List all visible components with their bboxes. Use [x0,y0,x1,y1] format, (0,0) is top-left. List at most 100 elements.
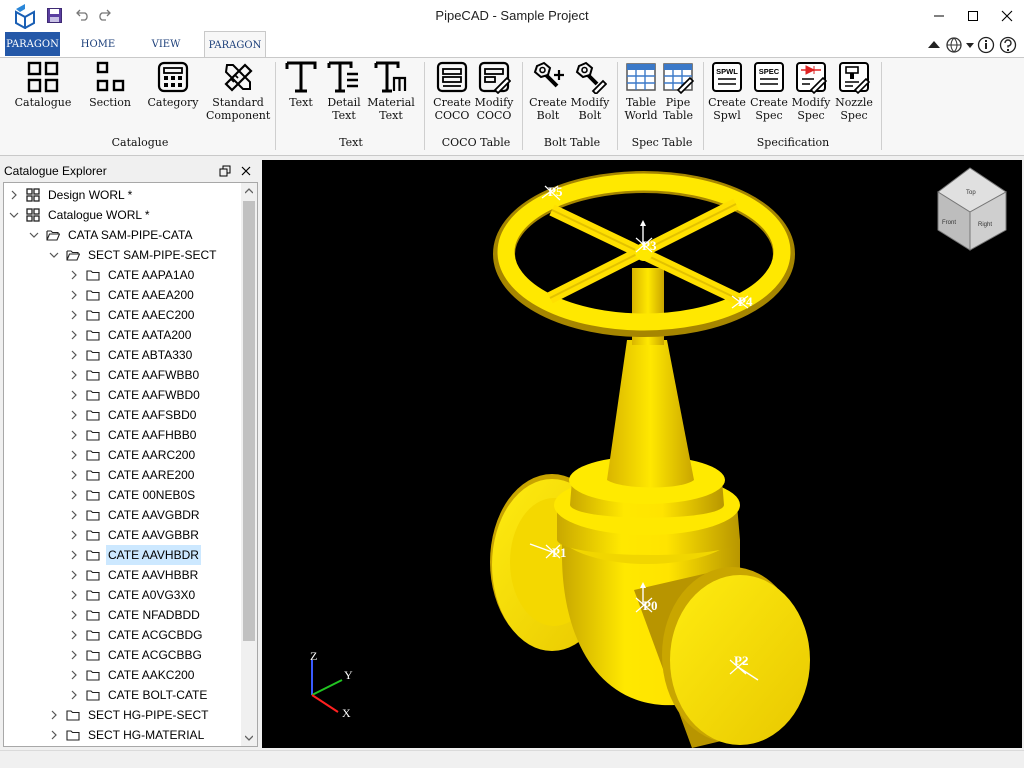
app-logo-icon[interactable] [13,3,37,29]
tree-node-cate[interactable]: CATE ABTA330 [4,345,240,365]
scroll-up-icon[interactable] [245,188,253,194]
text-button[interactable]: Text [281,60,321,130]
catalogue-button[interactable]: Catalogue [12,60,74,130]
tree-node-cate[interactable]: CATE AARE200 [4,465,240,485]
scrollbar-thumb[interactable] [243,201,255,641]
tree-node-cate[interactable]: CATE AATA200 [4,325,240,345]
collapse-ribbon-icon[interactable] [928,41,940,48]
tree-node-cate[interactable]: CATE AAVGBBR [4,525,240,545]
save-icon[interactable] [47,8,62,23]
tree-node-cate[interactable]: CATE AAEA200 [4,285,240,305]
chevron-right-icon[interactable] [68,365,80,385]
chevron-right-icon[interactable] [68,345,80,365]
tab-paragon[interactable]: PARAGON [204,31,266,58]
chevron-right-icon[interactable] [68,325,80,345]
tree-node-cate[interactable]: CATE AAVHBDR [4,545,240,565]
chevron-right-icon[interactable] [48,705,60,725]
chevron-right-icon[interactable] [68,385,80,405]
info-icon[interactable] [977,36,995,54]
tree-node-cate[interactable]: CATE AARC200 [4,445,240,465]
tree-node-design-world[interactable]: Design WORL * [4,185,240,205]
chevron-right-icon[interactable] [68,405,80,425]
scroll-down-icon[interactable] [245,735,253,741]
help-icon[interactable] [999,36,1017,54]
tree-node-catalogue-world[interactable]: Catalogue WORL * [4,205,240,225]
tree-node-cate[interactable]: CATE AAKC200 [4,665,240,685]
chevron-right-icon[interactable] [68,625,80,645]
float-panel-icon[interactable] [219,165,231,177]
nozzle-spec-button[interactable]: Nozzle Spec [832,60,876,130]
tree-node-sect[interactable]: SECT SAM-PIPE-SECT [4,245,240,265]
chevron-right-icon[interactable] [48,725,60,745]
standard-component-button[interactable]: Standard Component [206,60,270,130]
chevron-right-icon[interactable] [68,485,80,505]
close-button[interactable] [990,0,1024,31]
section-button[interactable]: Section [83,60,137,130]
create-spwl-button[interactable]: SPWL Create Spwl [706,60,748,130]
chevron-right-icon[interactable] [68,465,80,485]
tree-node-cate[interactable]: CATE AAVHBBR [4,565,240,585]
chevron-right-icon[interactable] [68,425,80,445]
tree-node-sect[interactable]: SECT HG-PIPE-SECT [4,705,240,725]
tree-node-sect[interactable]: SECT HG-MATERIAL [4,725,240,745]
chevron-right-icon[interactable] [68,305,80,325]
tree-node-label: Catalogue WORL * [48,208,150,222]
minimize-button[interactable] [922,0,956,31]
tree-node-cate[interactable]: CATE ACGCBBG [4,645,240,665]
chevron-right-icon[interactable] [68,525,80,545]
tree-node-cate[interactable]: CATE A0VG3X0 [4,585,240,605]
chevron-right-icon[interactable] [68,585,80,605]
category-button[interactable]: Category [145,60,201,130]
tree-node-cate[interactable]: CATE AAFSBD0 [4,405,240,425]
chevron-right-icon[interactable] [68,265,80,285]
modify-spec-button[interactable]: Modify Spec [790,60,832,130]
detail-text-button[interactable]: Detail Text [322,60,366,130]
maximize-button[interactable] [956,0,990,31]
tree-node-cate[interactable]: CATE AAEC200 [4,305,240,325]
tree-node-cate[interactable]: CATE 00NEB0S [4,485,240,505]
tree-node-cate[interactable]: CATE AAFHBB0 [4,425,240,445]
chevron-right-icon[interactable] [68,565,80,585]
tab-home[interactable]: HOME [68,31,128,57]
chevron-right-icon[interactable] [68,605,80,625]
chevron-down-icon[interactable] [8,205,20,225]
create-bolt-button[interactable]: Create Bolt [527,60,569,130]
tree-scrollbar[interactable] [241,183,257,746]
chevron-right-icon[interactable] [8,185,20,205]
tree-node-cate[interactable]: CATE BOLT-CATE [4,685,240,705]
chevron-right-icon[interactable] [68,545,80,565]
material-text-button[interactable]: Material Text [366,60,416,130]
chevron-right-icon[interactable] [68,685,80,705]
chevron-right-icon[interactable] [68,665,80,685]
3d-viewport[interactable]: P5 P3 P4 P1 P0 P2 Z Y X Top Front Right [262,160,1022,748]
tree-node-cate[interactable]: CATE NFADBDD [4,605,240,625]
view-cube[interactable]: Top Front Right [937,167,1007,251]
chevron-down-icon[interactable] [966,43,974,48]
tree-node-cate[interactable]: CATE AAFWBD0 [4,385,240,405]
close-panel-icon[interactable] [240,165,252,177]
tree-node-cata[interactable]: CATA SAM-PIPE-CATA [4,225,240,245]
chevron-right-icon[interactable] [68,445,80,465]
create-spec-button[interactable]: SPEC Create Spec [748,60,790,130]
chevron-down-icon[interactable] [48,245,60,265]
tree-node-cate[interactable]: CATE AAVGBDR [4,505,240,525]
pipe-table-button[interactable]: Pipe Table [658,60,698,130]
tree-node-cate[interactable]: CATE ACGCBDG [4,625,240,645]
chevron-right-icon[interactable] [68,505,80,525]
catalogue-tree[interactable]: Design WORL * Catalogue WORL * CATA SAM-PI… [3,182,258,747]
table-world-button[interactable]: Table World [621,60,661,130]
tab-view[interactable]: VIEW [136,31,196,57]
tree-node-cate[interactable]: CATE AAFWBB0 [4,365,240,385]
chevron-right-icon[interactable] [68,645,80,665]
chevron-down-icon[interactable] [28,225,40,245]
tab-paragon-menu[interactable]: PARAGON [5,32,60,56]
undo-icon[interactable] [76,8,90,21]
modify-coco-button[interactable]: Modify COCO [473,60,515,130]
tree-node-label: CATE AAFWBB0 [108,368,200,382]
create-coco-button[interactable]: Create COCO [431,60,473,130]
tree-node-cate[interactable]: CATE AAPA1A0 [4,265,240,285]
language-icon[interactable] [946,37,962,53]
redo-icon[interactable] [97,8,111,21]
modify-bolt-button[interactable]: Modify Bolt [569,60,611,130]
chevron-right-icon[interactable] [68,285,80,305]
